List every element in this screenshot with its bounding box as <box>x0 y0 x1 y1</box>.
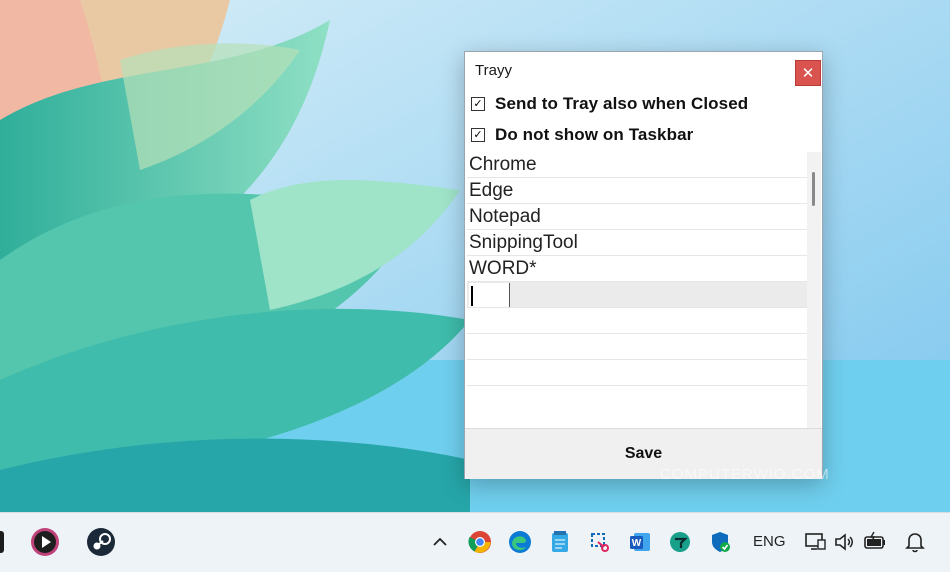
network-icon[interactable] <box>800 527 830 557</box>
send-to-tray-label: Send to Tray also when Closed <box>495 94 749 113</box>
svg-text:W: W <box>632 538 642 549</box>
hide-taskbar-option[interactable]: ✓ Do not show on Taskbar <box>471 123 693 147</box>
defender-icon[interactable] <box>705 527 735 557</box>
title-bar: Trayy ✕ <box>465 52 822 88</box>
partial-app-icon[interactable] <box>0 527 4 557</box>
list-scrollbar[interactable] <box>807 152 821 428</box>
app-icon[interactable] <box>665 527 695 557</box>
send-to-tray-checkbox[interactable]: ✓ <box>471 97 485 111</box>
window-title: Trayy <box>475 62 512 79</box>
close-icon: ✕ <box>801 65 815 82</box>
hide-taskbar-checkbox[interactable]: ✓ <box>471 128 485 142</box>
snipping-tool-icon[interactable] <box>585 527 615 557</box>
list-item[interactable] <box>467 360 807 386</box>
steam-icon[interactable] <box>86 527 116 557</box>
media-player-icon[interactable] <box>30 527 60 557</box>
new-entry-input[interactable] <box>469 283 510 307</box>
language-indicator[interactable]: ENG <box>753 533 786 550</box>
chevron-up-icon[interactable] <box>425 527 455 557</box>
scrollbar-thumb[interactable] <box>812 172 815 206</box>
edge-icon[interactable] <box>505 527 535 557</box>
volume-icon[interactable] <box>829 527 859 557</box>
bell-icon[interactable] <box>900 527 930 557</box>
send-to-tray-option[interactable]: ✓ Send to Tray also when Closed <box>471 92 748 116</box>
hide-taskbar-label: Do not show on Taskbar <box>495 125 694 144</box>
list-item[interactable]: Chrome <box>467 152 807 178</box>
list-item[interactable]: WORD* <box>467 256 807 282</box>
chrome-icon[interactable] <box>465 527 495 557</box>
notepad-icon[interactable] <box>545 527 575 557</box>
list-item[interactable]: Edge <box>467 178 807 204</box>
taskbar: W ENG <box>0 512 950 572</box>
app-list[interactable]: Chrome Edge Notepad SnippingTool WORD* <box>467 152 807 428</box>
list-item[interactable] <box>467 308 807 334</box>
word-icon[interactable]: W <box>625 527 655 557</box>
watermark: COMPUTERWIO.COM <box>660 466 830 483</box>
list-item-editing[interactable] <box>467 282 807 308</box>
trayy-window: Trayy ✕ ✓ Send to Tray also when Closed … <box>464 51 823 479</box>
list-item[interactable]: SnippingTool <box>467 230 807 256</box>
list-item[interactable] <box>467 334 807 360</box>
close-button[interactable]: ✕ <box>795 60 821 86</box>
text-caret <box>471 286 473 306</box>
battery-icon[interactable] <box>860 527 890 557</box>
list-item[interactable]: Notepad <box>467 204 807 230</box>
